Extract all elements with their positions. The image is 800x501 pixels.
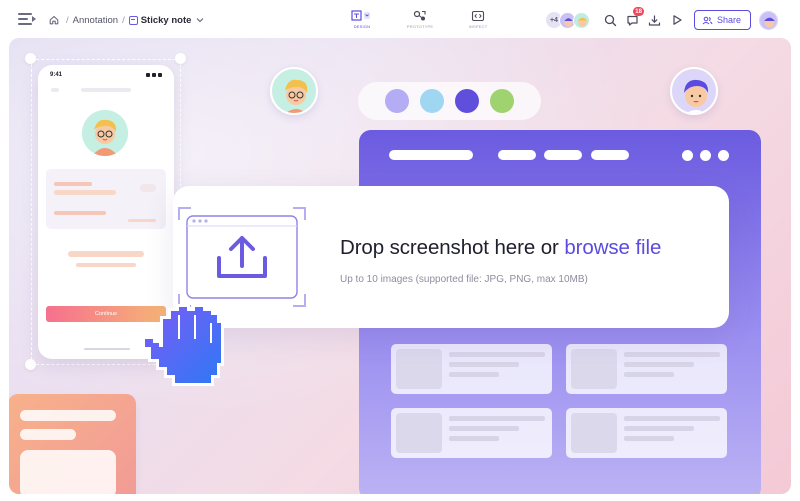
menu-icon[interactable] xyxy=(18,12,36,26)
drop-title-text: Drop screenshot here or xyxy=(340,236,559,259)
hand-cursor-icon xyxy=(142,304,224,386)
peach-card xyxy=(9,394,136,494)
color-swatch[interactable] xyxy=(490,89,514,113)
color-palette xyxy=(358,82,541,120)
search-icon[interactable] xyxy=(600,9,622,31)
home-indicator xyxy=(84,348,130,350)
design-icon xyxy=(351,10,370,21)
document-icon xyxy=(128,15,138,25)
chevron-down-icon[interactable] xyxy=(195,16,205,24)
user-avatar[interactable] xyxy=(759,10,778,30)
share-label: Share xyxy=(716,15,741,25)
resize-handle[interactable] xyxy=(25,359,36,370)
resize-handle[interactable] xyxy=(25,53,36,64)
breadcrumb-separator: / xyxy=(122,14,125,26)
profile-card xyxy=(46,169,166,229)
resize-handle[interactable] xyxy=(175,53,186,64)
play-icon[interactable] xyxy=(666,9,688,31)
mode-switcher: Design Prototype Inspect xyxy=(333,10,507,29)
drop-title: Drop screenshot here or browse file xyxy=(340,236,661,260)
color-swatch[interactable] xyxy=(455,89,479,113)
content-card xyxy=(566,408,727,458)
home-icon[interactable] xyxy=(49,15,59,25)
content-card xyxy=(391,344,552,394)
color-swatch[interactable] xyxy=(385,89,409,113)
share-button[interactable]: Share xyxy=(693,10,751,30)
breadcrumb: / Annotation / Sticky note xyxy=(49,13,205,27)
tab-inspect-label: Inspect xyxy=(468,24,488,29)
color-swatch[interactable] xyxy=(420,89,444,113)
breadcrumb-separator: / xyxy=(66,14,69,26)
phone-nav-bar xyxy=(51,88,161,93)
browse-file-link[interactable]: browse file xyxy=(564,236,661,259)
tab-prototype-label: Prototype xyxy=(406,24,434,29)
comments-button[interactable]: 18 xyxy=(622,7,644,31)
top-toolbar: / Annotation / Sticky note Design xyxy=(0,0,800,38)
right-toolbar: +4 18 Share xyxy=(545,7,778,31)
tab-design-label: Design xyxy=(353,24,371,29)
collaborator-avatar xyxy=(670,67,718,115)
code-icon xyxy=(471,10,485,22)
download-icon[interactable] xyxy=(644,9,666,31)
breadcrumb-project[interactable]: Annotation xyxy=(73,15,118,26)
prototype-icon xyxy=(413,10,426,21)
upload-icon xyxy=(178,207,306,307)
tab-inspect[interactable]: Inspect xyxy=(449,10,507,29)
phone-status-icons xyxy=(146,73,162,77)
users-icon xyxy=(702,16,713,24)
collaborator-avatar xyxy=(572,11,590,29)
breadcrumb-document[interactable]: Sticky note xyxy=(141,15,192,26)
collaborators[interactable]: +4 xyxy=(545,11,590,29)
profile-avatar xyxy=(82,110,128,156)
phone-time: 9:41 xyxy=(50,72,63,78)
design-canvas[interactable]: 9:41 Continue Drop screenshot here or br… xyxy=(9,38,791,494)
notification-badge: 18 xyxy=(633,7,644,16)
content-card xyxy=(566,344,727,394)
drop-subtitle: Up to 10 images (supported file: JPG, PN… xyxy=(340,274,588,285)
tab-prototype[interactable]: Prototype xyxy=(391,10,449,29)
content-card xyxy=(391,408,552,458)
collaborator-avatar xyxy=(270,67,318,115)
tab-design[interactable]: Design xyxy=(333,10,391,29)
